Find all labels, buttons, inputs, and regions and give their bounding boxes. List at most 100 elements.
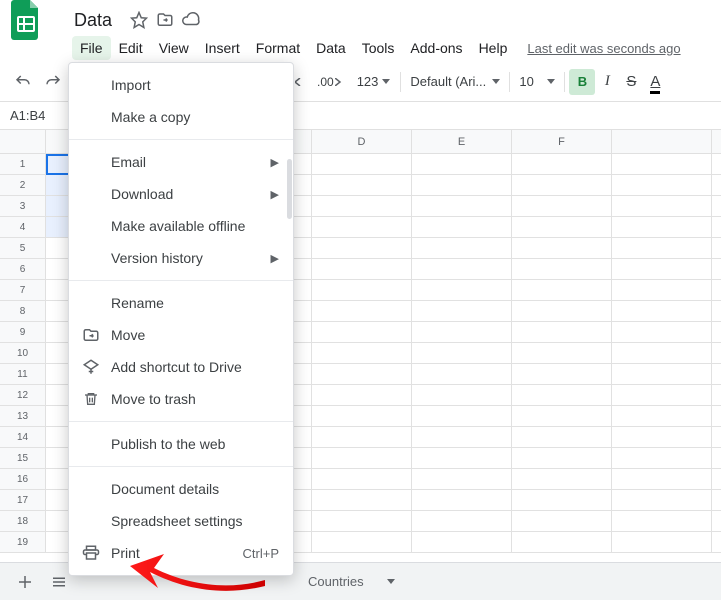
cell[interactable] [612,532,712,552]
cell[interactable] [312,364,412,384]
cell[interactable] [512,280,612,300]
row-header[interactable]: 11 [0,364,46,384]
cell[interactable] [512,175,612,195]
file-menu-item[interactable]: Document details [69,473,293,505]
col-header[interactable]: D [312,130,412,153]
row-header[interactable]: 16 [0,469,46,489]
cell[interactable] [412,364,512,384]
file-menu-item[interactable]: Move [69,319,293,351]
cell[interactable] [612,280,712,300]
cell[interactable] [512,301,612,321]
file-menu-item[interactable]: Spreadsheet settings [69,505,293,537]
cell[interactable] [512,427,612,447]
row-header[interactable]: 18 [0,511,46,531]
cell[interactable] [612,196,712,216]
cell[interactable] [512,154,612,174]
cell[interactable] [412,427,512,447]
menu-format[interactable]: Format [248,36,308,60]
row-header[interactable]: 15 [0,448,46,468]
cell[interactable] [312,175,412,195]
cell[interactable] [412,196,512,216]
cell[interactable] [612,175,712,195]
cell[interactable] [612,154,712,174]
sheet-tab[interactable]: Countries [294,566,409,597]
name-box[interactable]: A1:B4 [0,108,60,123]
cell[interactable] [612,448,712,468]
cell[interactable] [312,280,412,300]
col-header[interactable] [612,130,712,153]
cell[interactable] [312,406,412,426]
cell[interactable] [612,490,712,510]
cell[interactable] [412,238,512,258]
cell[interactable] [512,238,612,258]
cell[interactable] [412,448,512,468]
cell[interactable] [412,322,512,342]
select-all-corner[interactable] [0,130,46,153]
font-family-select[interactable]: Default (Ari... [405,71,505,92]
row-header[interactable]: 3 [0,196,46,216]
cell[interactable] [512,217,612,237]
add-sheet-button[interactable] [8,567,42,597]
cell[interactable] [412,343,512,363]
cell[interactable] [412,532,512,552]
last-edit-link[interactable]: Last edit was seconds ago [527,41,680,56]
cell[interactable] [312,448,412,468]
file-menu-item[interactable]: Make available offline [69,210,293,242]
cell[interactable] [312,469,412,489]
row-header[interactable]: 14 [0,427,46,447]
row-header[interactable]: 2 [0,175,46,195]
menu-addons[interactable]: Add-ons [402,36,470,60]
cell[interactable] [312,343,412,363]
cell[interactable] [412,280,512,300]
cell[interactable] [612,322,712,342]
undo-button[interactable] [8,68,38,96]
cell[interactable] [512,490,612,510]
cell[interactable] [512,343,612,363]
cell[interactable] [412,385,512,405]
file-menu-item[interactable]: Publish to the web [69,428,293,460]
cell[interactable] [412,217,512,237]
cell[interactable] [612,343,712,363]
cell[interactable] [512,511,612,531]
file-menu-item[interactable]: Download▶ [69,178,293,210]
row-header[interactable]: 12 [0,385,46,405]
cell[interactable] [612,217,712,237]
cell[interactable] [512,196,612,216]
menu-edit[interactable]: Edit [111,36,151,60]
italic-button[interactable]: I [595,73,619,90]
cell[interactable] [612,364,712,384]
cell[interactable] [412,469,512,489]
file-menu-item[interactable]: Version history▶ [69,242,293,274]
cell[interactable] [512,469,612,489]
redo-button[interactable] [38,68,68,96]
cell[interactable] [412,301,512,321]
cell[interactable] [512,532,612,552]
menu-tools[interactable]: Tools [354,36,403,60]
cell[interactable] [512,322,612,342]
cloud-status-icon[interactable] [178,7,204,33]
menu-view[interactable]: View [151,36,197,60]
file-menu-item[interactable]: Add shortcut to Drive [69,351,293,383]
cell[interactable] [412,490,512,510]
star-icon[interactable] [126,7,152,33]
bold-button[interactable]: B [569,69,595,95]
cell[interactable] [612,427,712,447]
cell[interactable] [312,154,412,174]
cell[interactable] [512,259,612,279]
file-menu-item[interactable]: PrintCtrl+P [69,537,293,569]
cell[interactable] [512,364,612,384]
file-menu-item[interactable]: Make a copy [69,101,293,133]
cell[interactable] [312,217,412,237]
col-header[interactable]: F [512,130,612,153]
cell[interactable] [512,406,612,426]
menu-insert[interactable]: Insert [197,36,248,60]
cell[interactable] [412,511,512,531]
cell[interactable] [612,259,712,279]
strikethrough-button[interactable]: S [619,73,643,90]
cell[interactable] [512,385,612,405]
col-header[interactable]: E [412,130,512,153]
menu-data[interactable]: Data [308,36,354,60]
increase-decimal-button[interactable]: .00 [311,68,351,96]
cell[interactable] [612,385,712,405]
cell[interactable] [612,301,712,321]
